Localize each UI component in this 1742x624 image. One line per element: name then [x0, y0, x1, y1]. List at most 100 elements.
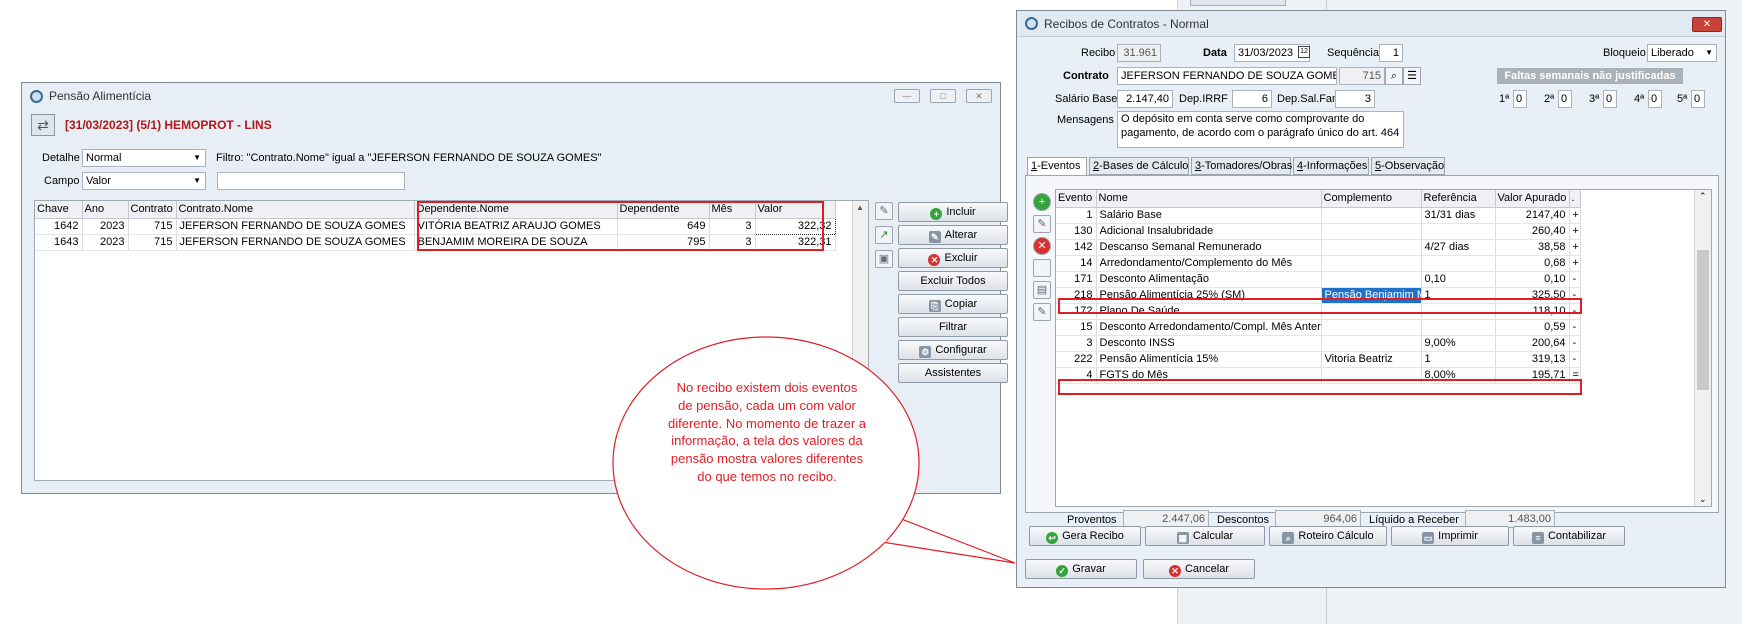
eventos-grid[interactable]: Evento Nome Complemento Referência Valor… [1055, 189, 1712, 507]
add-event-icon[interactable]: + [1033, 193, 1051, 211]
table-row[interactable]: 218 Pensão Alimentícia 25% (SM) Pensão Ben… [1056, 287, 1581, 304]
scroll-down-icon[interactable]: ⌄ [1699, 494, 1707, 505]
search-icon[interactable]: ⌕ [1385, 67, 1403, 85]
recibo-field: 31.961 [1117, 44, 1161, 62]
salario-field[interactable]: 2.147,40 [1117, 90, 1173, 108]
background-tab [1190, 0, 1286, 6]
table-row[interactable]: 142 Descanso Semanal Remunerado 4/27 dias 3… [1056, 239, 1581, 256]
table-row[interactable]: 1 Salário Base 31/31 dias 2147,40 + [1056, 207, 1581, 224]
close-button[interactable]: ✕ [1692, 17, 1722, 32]
campo-select[interactable]: Valor ▼ [82, 172, 206, 190]
col-complemento[interactable]: Complemento [1321, 190, 1422, 208]
magnifier-icon: ⌕ [1282, 532, 1295, 544]
scroll-up-icon[interactable]: ⌃ [1699, 191, 1707, 202]
bloqueio-select[interactable]: Liberado ▼ [1647, 44, 1717, 62]
delete-event-icon[interactable]: ✕ [1033, 237, 1051, 255]
copy-icon: ⎘ [928, 300, 941, 312]
table-row[interactable]: 14 Arredondamento/Complemento do Mês 0,68 + [1056, 255, 1581, 272]
imprimir-button[interactable]: ▭ Imprimir [1391, 526, 1509, 546]
scroll-up-icon[interactable]: ▲ [856, 203, 864, 212]
eventos-header-row: Evento Nome Complemento Referência Valor… [1056, 190, 1581, 208]
contabilizar-button[interactable]: ≡ Contabilizar [1513, 526, 1625, 546]
close-button[interactable]: ✕ [966, 89, 992, 103]
delete-icon: ✕ [928, 254, 941, 266]
gravar-button[interactable]: ✓ Gravar [1025, 559, 1137, 579]
col-nome[interactable]: Nome [1096, 190, 1322, 208]
copiar-button[interactable]: ⎘ Copiar [898, 294, 1008, 314]
falta-4-field[interactable]: 0 [1648, 90, 1662, 108]
col-dependente-nome[interactable]: Dependente.Nome [414, 201, 618, 219]
table-row[interactable]: 1642 2023 715 JEFERSON FERNANDO DE SOUZA… [35, 217, 836, 235]
minimize-button[interactable]: — [894, 89, 920, 103]
excluir-todos-button[interactable]: Excluir Todos [898, 271, 1008, 291]
col-referencia[interactable]: Referência [1421, 190, 1496, 208]
col-chave[interactable]: Chave [35, 201, 83, 219]
edit-event-icon[interactable]: ✎ [1033, 215, 1051, 233]
scroll-thumb[interactable] [1697, 250, 1709, 390]
col-mes[interactable]: Mês [709, 201, 756, 219]
swap-icon[interactable]: ⇄ [31, 114, 55, 136]
dep-irrf-field[interactable]: 6 [1232, 90, 1272, 108]
tab-observacao[interactable]: 5-Observação [1371, 157, 1445, 175]
bloqueio-label: Bloqueio [1603, 47, 1646, 59]
alterar-button[interactable]: ✎ Alterar [898, 225, 1008, 245]
calculator-icon[interactable]: ▤ [1033, 281, 1051, 299]
detalhe-label: Detalhe [42, 152, 80, 164]
notes-icon[interactable]: ✎ [1033, 303, 1051, 321]
plus-icon: + [930, 208, 943, 220]
tab-bases[interactable]: 2-Bases de Cálculo [1089, 157, 1189, 175]
falta-5-field[interactable]: 0 [1691, 90, 1705, 108]
table-row[interactable]: 222 Pensão Alimentícia 15% Vitoria Beatriz… [1056, 351, 1581, 368]
pensao-table: Chave Ano Contrato Contrato.Nome Depende… [35, 201, 836, 251]
col-contrato[interactable]: Contrato [128, 201, 177, 219]
gera-recibo-button[interactable]: ↩ Gera Recibo [1029, 526, 1141, 546]
list-icon[interactable]: ☰ [1403, 67, 1421, 85]
mensagens-label: Mensagens [1057, 114, 1114, 126]
falta-3-field[interactable]: 0 [1603, 90, 1617, 108]
col-ano[interactable]: Ano [82, 201, 129, 219]
incluir-button[interactable]: + Incluir [898, 202, 1008, 222]
tab-tomadores[interactable]: 3-Tomadores/Obras [1191, 157, 1292, 175]
col-evento[interactable]: Evento [1056, 190, 1097, 208]
table-row[interactable]: 171 Desconto Alimentação 0,10 0,10- [1056, 271, 1581, 288]
calendar-icon[interactable]: 12 [1298, 46, 1310, 58]
col-sinal[interactable]: . [1569, 190, 1581, 208]
print-icon[interactable]: ▣ [875, 250, 893, 268]
dep-salfam-field[interactable]: 3 [1335, 90, 1375, 108]
roteiro-calculo-button[interactable]: ⌕ Roteiro Cálculo [1269, 526, 1387, 546]
falta-2-field[interactable]: 0 [1558, 90, 1572, 108]
campo-value-input[interactable] [217, 172, 405, 190]
tab-eventos[interactable]: 1-Eventos [1027, 157, 1087, 176]
recibo-titlebar: Recibos de Contratos - Normal [1017, 11, 1725, 37]
calcular-button[interactable]: ▦ Calcular [1145, 526, 1265, 546]
excluir-button[interactable]: ✕ Excluir [898, 248, 1008, 268]
tab-informacoes[interactable]: 4-Informações [1293, 157, 1369, 175]
table-row[interactable]: 172 Plano De Saúde 118,10- [1056, 303, 1581, 320]
mensagens-field[interactable]: O depósito em conta serve como comprovan… [1117, 111, 1404, 148]
table-row[interactable]: 4 FGTS do Mês 8,00% 195,71 = [1056, 367, 1581, 384]
col-contrato-nome[interactable]: Contrato.Nome [176, 201, 415, 219]
maximize-button[interactable]: □ [930, 89, 956, 103]
falta-5-label: 5ª [1677, 93, 1688, 105]
col-valor-apurado[interactable]: Valor Apurado [1495, 190, 1570, 208]
detalhe-select[interactable]: Normal ▼ [82, 149, 206, 167]
arrow-icon: ↩ [1046, 532, 1059, 544]
edit-icon: ✎ [928, 231, 941, 243]
pensao-header-row: Chave Ano Contrato Contrato.Nome Depende… [35, 201, 836, 219]
falta-4-label: 4ª [1634, 93, 1645, 105]
tools-icon[interactable]: ✎ [875, 202, 893, 220]
col-dependente[interactable]: Dependente [617, 201, 710, 219]
sequencia-field[interactable]: 1 [1379, 44, 1403, 62]
table-row[interactable]: 130 Adicional Insalubridade 260,40 + [1056, 223, 1581, 240]
table-row[interactable]: 3 Desconto INSS 9,00% 200,64- [1056, 335, 1581, 352]
blank-icon[interactable] [1033, 259, 1051, 277]
recibo-window: Recibos de Contratos - Normal ✕ Recibo 3… [1016, 10, 1726, 588]
contrato-nome-field[interactable]: JEFERSON FERNANDO DE SOUZA GOMES [1117, 67, 1337, 85]
eventos-scrollbar[interactable]: ⌃ ⌄ [1694, 190, 1711, 506]
table-row[interactable]: 15 Desconto Arredondamento/Compl. Mês Ant… [1056, 319, 1581, 336]
export-icon[interactable]: ↗ [875, 226, 893, 244]
cancelar-button[interactable]: ✕ Cancelar [1143, 559, 1255, 579]
col-valor[interactable]: Valor [755, 201, 836, 219]
table-row[interactable]: 1643 2023 715 JEFERSON FERNANDO DE SOUZA… [35, 234, 836, 251]
falta-1-field[interactable]: 0 [1513, 90, 1527, 108]
